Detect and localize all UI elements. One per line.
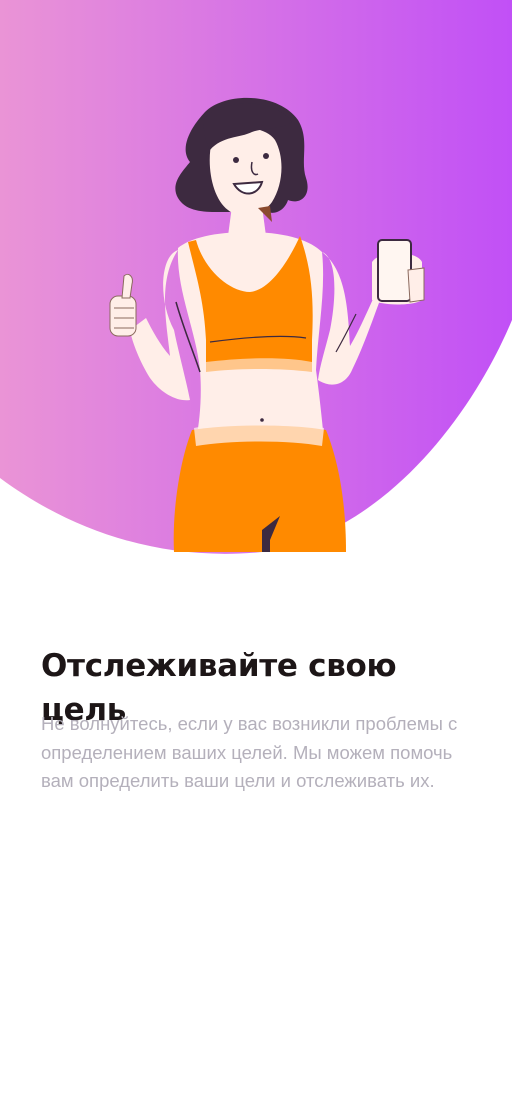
- phone-icon: [377, 239, 412, 302]
- hero-section: [0, 0, 512, 560]
- eye-left: [233, 157, 239, 163]
- hero-background: [0, 0, 512, 554]
- eye-right: [263, 153, 269, 159]
- page-description: Не волнуйтесь, если у вас возникли пробл…: [41, 713, 458, 791]
- neck: [228, 206, 266, 236]
- navel: [260, 418, 264, 422]
